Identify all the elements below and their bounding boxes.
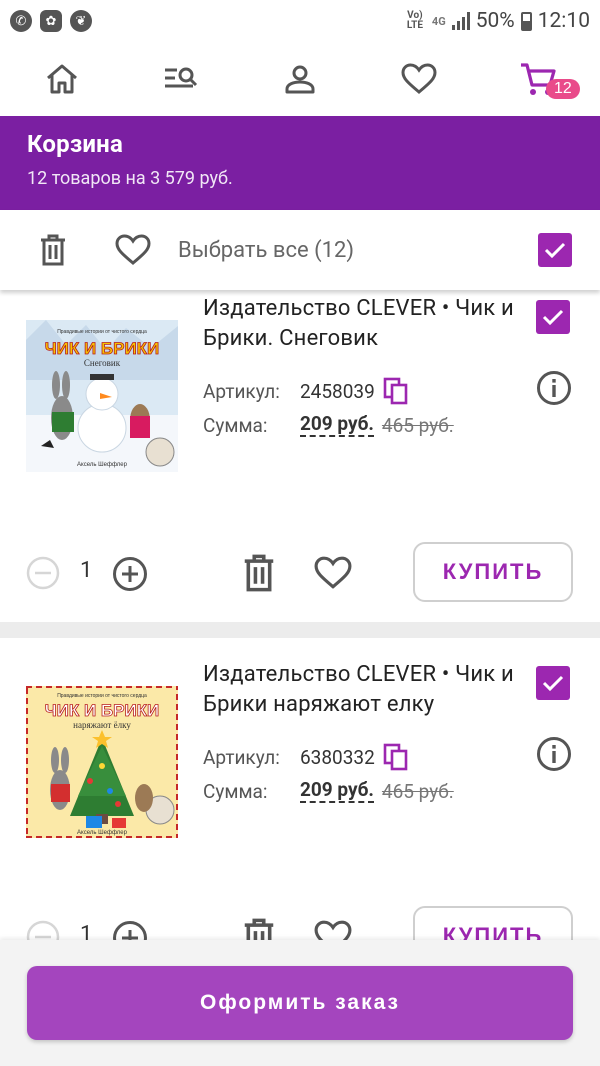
old-price: 465 руб. (381, 413, 454, 437)
cover-subtitle: наряжают ёлку (73, 720, 131, 730)
network-type: 4G (431, 14, 446, 28)
select-all-label[interactable]: Выбрать все (12) (178, 238, 354, 263)
cover-series: Правдивые истории от чистого сердца (57, 329, 147, 335)
product-cover-image[interactable]: Правдивые истории от чистого сердца ЧИК … (26, 320, 178, 472)
cart-toolbar: Выбрать все (12) (0, 210, 600, 290)
volte-indicator: Vo) LTE (406, 10, 423, 31)
trash-icon (41, 234, 65, 266)
leaf-app-icon: ❦ (70, 10, 92, 32)
article-label: Артикул: (203, 745, 280, 769)
cover-title: ЧИК И БРИКИ (45, 701, 160, 720)
checkmark-icon (542, 675, 564, 692)
cover-series: Правдивые истории от чистого сердца (57, 693, 147, 699)
cover-author: Аксель Шеффлер (77, 830, 128, 836)
delete-item-button[interactable] (240, 554, 278, 592)
checkout-button[interactable]: Оформить заказ (27, 966, 573, 1040)
cover-subtitle: Снеговик (84, 358, 121, 368)
profile-icon (285, 65, 315, 94)
article-label: Артикул: (203, 379, 280, 403)
home-icon (47, 64, 77, 94)
cart-summary: 12 товаров на 3 579 руб. (27, 168, 233, 189)
nav-favorites[interactable] (397, 57, 441, 101)
quantity-value: 1 (80, 558, 93, 583)
signal-icon (451, 12, 470, 30)
product-cover-image[interactable]: Правдивые истории от чистого сердца ЧИК … (26, 686, 178, 838)
copy-icon[interactable] (383, 377, 409, 405)
cover-title: ЧИК И БРИКИ (45, 339, 160, 358)
clock: 12:10 (537, 9, 590, 33)
favorites-heart-icon (401, 63, 437, 94)
cover-author: Аксель Шеффлер (77, 462, 128, 468)
item-checkbox[interactable] (536, 300, 570, 334)
decrease-quantity-button[interactable] (26, 556, 60, 590)
product-meta: Артикул: 6380332 Сумма: 209 руб. 465 руб… (203, 740, 454, 808)
nav-catalog[interactable] (159, 57, 203, 101)
article-number: 6380332 (300, 745, 375, 769)
status-bar: ✆ ✿ ❦ Vo) LTE 4G 50% 12:10 (0, 0, 600, 42)
nav-cart[interactable]: 12 (516, 57, 580, 101)
viber-icon: ✆ (10, 10, 32, 32)
select-all-checkbox[interactable] (538, 233, 572, 267)
nav-home[interactable] (40, 57, 84, 101)
increase-quantity-button[interactable] (112, 556, 148, 592)
checkmark-icon (542, 309, 564, 326)
add-to-favorites-button[interactable] (314, 554, 352, 592)
buy-button[interactable]: КУПИТЬ (413, 542, 573, 602)
battery-icon (520, 11, 532, 31)
catalog-search-icon (165, 67, 198, 88)
cart-item: Правдивые истории от чистого сердца ЧИК … (0, 638, 600, 966)
product-meta: Артикул: 2458039 Сумма: 209 руб. 465 руб… (203, 374, 454, 442)
battery-percent: 50% (475, 9, 515, 33)
item-checkbox[interactable] (536, 666, 570, 700)
cart-item: Правдивые истории от чистого сердца ЧИК … (0, 290, 600, 622)
heart-icon (115, 234, 151, 265)
current-price: 209 руб. (300, 778, 374, 803)
cart-header: Корзина 12 товаров на 3 579 руб. (0, 116, 600, 210)
info-icon[interactable] (536, 736, 572, 772)
favorite-selected-button[interactable] (108, 225, 158, 275)
product-title[interactable]: Издательство CLEVER • Чик и Брики. Снего… (203, 294, 533, 354)
checkmark-icon (544, 242, 566, 259)
top-navigation: 12 (0, 42, 600, 116)
info-icon[interactable] (536, 370, 572, 406)
copy-icon[interactable] (383, 743, 409, 771)
item-actions: 1 КУПИТЬ (0, 542, 600, 602)
sum-label: Сумма: (203, 413, 268, 437)
checkout-bar: Оформить заказ (0, 940, 600, 1066)
article-number: 2458039 (300, 379, 375, 403)
cart-count-badge: 12 (546, 79, 580, 99)
current-price: 209 руб. (300, 412, 374, 437)
old-price: 465 руб. (381, 779, 454, 803)
sum-label: Сумма: (203, 779, 268, 803)
nav-profile[interactable] (278, 57, 322, 101)
delete-selected-button[interactable] (28, 225, 78, 275)
page-title: Корзина (27, 130, 123, 158)
camera-app-icon: ✿ (40, 10, 62, 32)
product-title[interactable]: Издательство CLEVER • Чик и Брики наряжа… (203, 660, 533, 720)
